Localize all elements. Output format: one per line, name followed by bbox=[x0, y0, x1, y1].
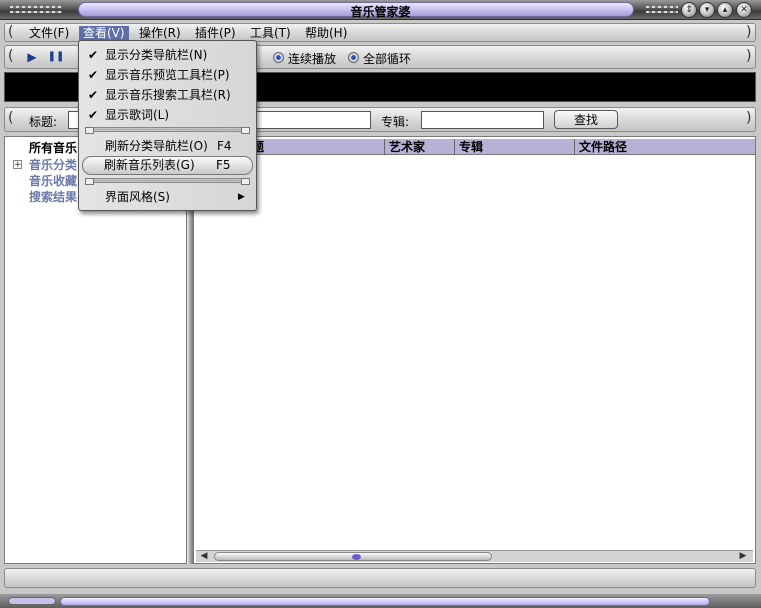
tree-item-categories[interactable]: 音乐分类 bbox=[29, 156, 77, 173]
pause-icon[interactable]: ❚❚ bbox=[47, 49, 65, 65]
search-button[interactable]: 查找 bbox=[554, 110, 618, 129]
scrollbar-grip-icon bbox=[352, 554, 361, 560]
title-grip-right bbox=[642, 3, 682, 16]
bar-cap-left-icon: ( bbox=[8, 48, 14, 64]
bottom-frame bbox=[0, 594, 761, 608]
menu-file[interactable]: 文件(F) bbox=[25, 26, 73, 41]
tree-item-all-music[interactable]: 所有音乐 bbox=[29, 139, 77, 156]
continuous-play-label[interactable]: 连续播放 bbox=[288, 50, 336, 67]
check-icon: ✔ bbox=[88, 48, 99, 62]
music-list[interactable]: 题 艺术家 专辑 文件路径 ◀ ▶ bbox=[193, 136, 756, 564]
bottom-pill bbox=[60, 597, 710, 606]
menu-separator bbox=[85, 178, 250, 185]
album-search-input[interactable] bbox=[421, 111, 544, 129]
loop-all-radio[interactable] bbox=[348, 52, 359, 63]
tree-item-favorites[interactable]: 音乐收藏 bbox=[29, 172, 77, 189]
minimize-icon[interactable]: ▾ bbox=[699, 2, 715, 18]
bar-cap-right-icon: ) bbox=[746, 110, 752, 126]
album-label: 专辑: bbox=[381, 115, 410, 129]
view-menu-dropdown: ✔ 显示分类导航栏(N) ✔ 显示音乐预览工具栏(P) ✔ 显示音乐搜索工具栏(… bbox=[78, 40, 257, 211]
bar-cap-left-icon: ( bbox=[8, 110, 14, 126]
column-album[interactable]: 专辑 bbox=[455, 139, 575, 155]
close-icon[interactable]: ✕ bbox=[736, 2, 752, 18]
bar-cap-right-icon: ) bbox=[746, 24, 752, 40]
menu-item-refresh-nav[interactable]: 刷新分类导航栏(O) F4 bbox=[80, 136, 255, 156]
column-artist[interactable]: 艺术家 bbox=[385, 139, 455, 155]
menu-item-show-search-toolbar[interactable]: ✔ 显示音乐搜索工具栏(R) bbox=[80, 85, 255, 105]
scroll-left-icon[interactable]: ◀ bbox=[198, 551, 210, 562]
play-icon[interactable]: ▶ bbox=[23, 49, 41, 65]
title-label: 标题: bbox=[29, 115, 58, 129]
check-icon: ✔ bbox=[88, 68, 99, 82]
check-icon: ✔ bbox=[88, 88, 99, 102]
loop-all-label[interactable]: 全部循环 bbox=[363, 50, 411, 67]
menu-tools[interactable]: 工具(T) bbox=[246, 26, 295, 41]
menu-operate[interactable]: 操作(R) bbox=[135, 26, 185, 41]
menu-item-show-preview-toolbar[interactable]: ✔ 显示音乐预览工具栏(P) bbox=[80, 65, 255, 85]
submenu-arrow-icon: ▶ bbox=[238, 192, 245, 202]
check-icon: ✔ bbox=[88, 108, 99, 122]
title-bar[interactable]: 音乐管家婆 ⇕ ▾ ▴ ✕ bbox=[0, 0, 761, 20]
scroll-right-icon[interactable]: ▶ bbox=[737, 551, 749, 562]
bottom-pill-left bbox=[8, 597, 56, 605]
continuous-play-radio[interactable] bbox=[273, 52, 284, 63]
scrollbar-thumb[interactable] bbox=[214, 552, 492, 561]
column-file-path[interactable]: 文件路径 bbox=[575, 139, 755, 155]
menu-plugins[interactable]: 插件(P) bbox=[191, 26, 240, 41]
bar-cap-left-icon: ( bbox=[8, 24, 14, 40]
list-header: 题 艺术家 专辑 文件路径 bbox=[194, 139, 755, 155]
rollup-icon[interactable]: ⇕ bbox=[681, 2, 697, 18]
menu-view[interactable]: 查看(V) bbox=[79, 26, 129, 41]
maximize-icon[interactable]: ▴ bbox=[717, 2, 733, 18]
menu-item-show-lyrics[interactable]: ✔ 显示歌词(L) bbox=[80, 105, 255, 125]
horizontal-scrollbar[interactable]: ◀ ▶ bbox=[196, 550, 753, 562]
menu-item-refresh-list[interactable]: 刷新音乐列表(G) F5 bbox=[82, 156, 253, 175]
menu-help[interactable]: 帮助(H) bbox=[301, 26, 351, 41]
menu-item-ui-style[interactable]: 界面风格(S) ▶ bbox=[80, 187, 255, 207]
tree-item-search-results[interactable]: 搜索结果 bbox=[29, 188, 77, 205]
status-bar bbox=[4, 568, 756, 588]
expand-icon[interactable]: + bbox=[13, 160, 22, 170]
menu-item-show-nav[interactable]: ✔ 显示分类导航栏(N) bbox=[80, 45, 255, 65]
bar-cap-right-icon: ) bbox=[746, 48, 752, 64]
menu-separator bbox=[85, 127, 250, 134]
